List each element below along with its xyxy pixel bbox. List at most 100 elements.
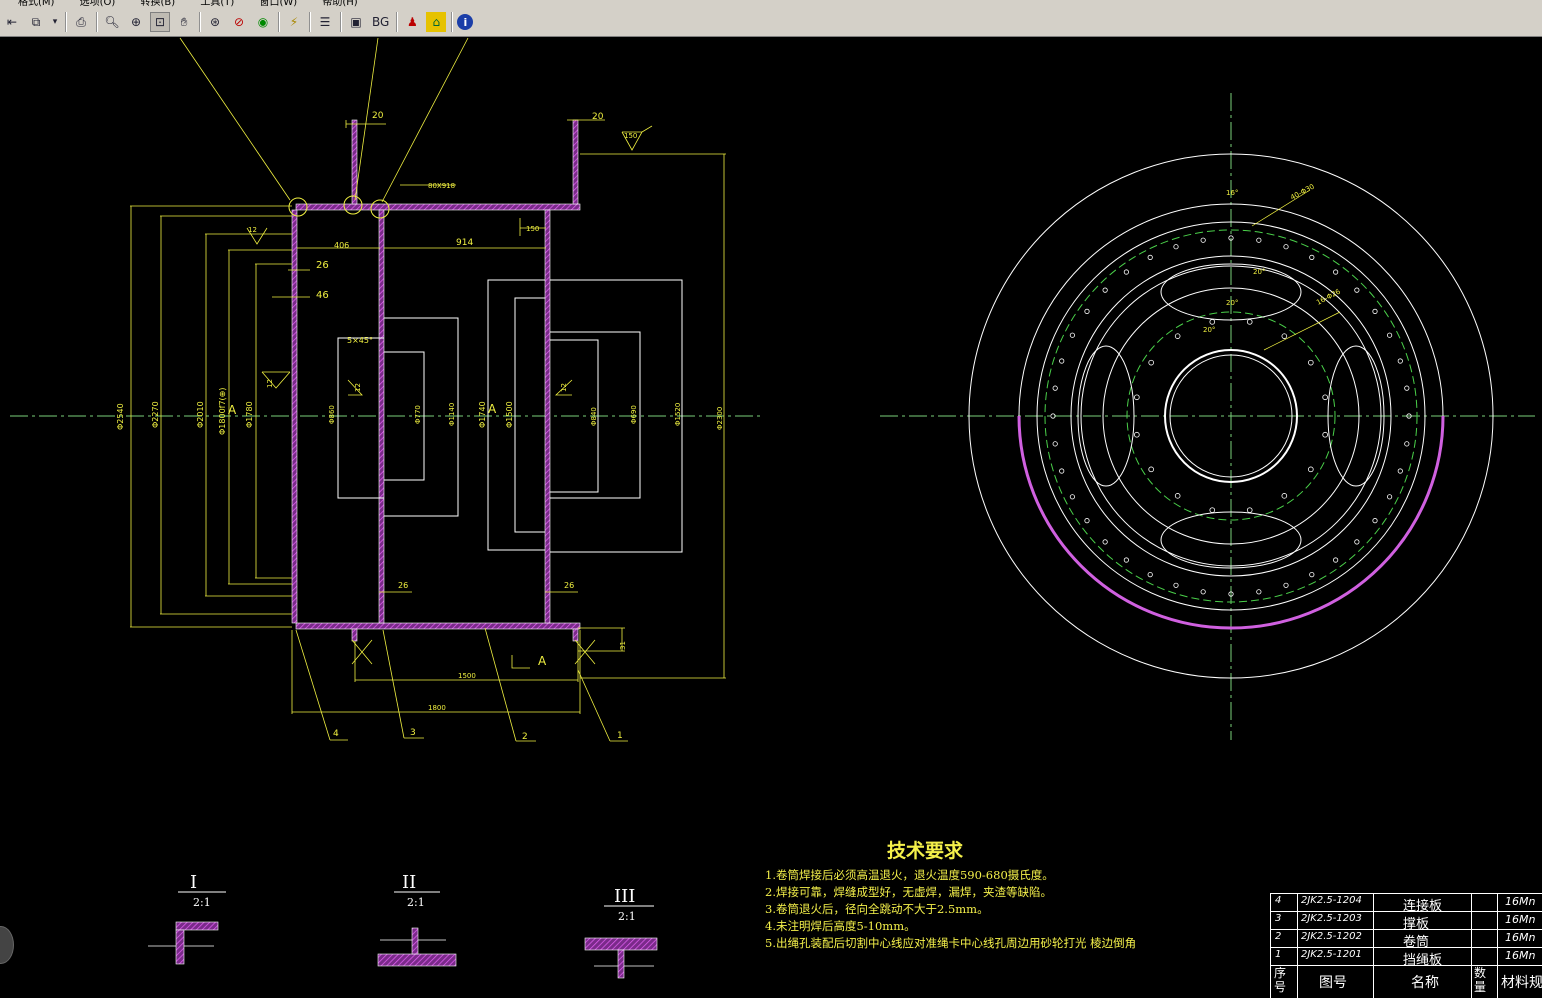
- bolt-hole: [1386, 494, 1393, 500]
- shell-bottom: [295, 622, 581, 630]
- dim-26-plate: 26: [398, 581, 408, 590]
- copy-icon[interactable]: ⧉: [26, 12, 46, 32]
- dim-406: 406: [334, 241, 349, 250]
- person-icon[interactable]: ♟: [402, 12, 422, 32]
- svg-text:II: II: [402, 872, 416, 893]
- svg-text:2:1: 2:1: [193, 896, 211, 909]
- dim-phi690: Φ690: [630, 405, 638, 424]
- zoom-out-icon[interactable]: 🔍︎: [102, 12, 122, 32]
- layers-icon[interactable]: ☰: [315, 12, 335, 32]
- bolt-hole: [1123, 269, 1129, 275]
- zoom-all-icon[interactable]: ⊛: [205, 12, 225, 32]
- bolt-hole: [1059, 468, 1065, 474]
- bolt-hole: [1256, 237, 1262, 243]
- dropdown-arrow-icon[interactable]: ▾: [50, 12, 60, 32]
- info-icon[interactable]: i: [457, 14, 474, 30]
- dim-26-plate-right: 26: [564, 581, 574, 590]
- dim-phi2300: Φ2300: [716, 407, 724, 430]
- bolt-hole: [1123, 557, 1129, 563]
- menu-help[interactable]: 帮助(H): [322, 0, 357, 8]
- bolt-hole: [1281, 493, 1288, 499]
- frame-icon[interactable]: ▣: [346, 12, 366, 32]
- background-toggle-button[interactable]: BG: [370, 12, 391, 32]
- bolt-hole: [1246, 319, 1253, 325]
- bolt-hole: [1209, 319, 1216, 325]
- bolt-hole: [1147, 571, 1153, 578]
- bolt-hole: [1333, 269, 1339, 275]
- bolt-hole: [1283, 582, 1289, 588]
- bolt-hole: [1147, 254, 1153, 261]
- bolt-hole: [1308, 359, 1314, 366]
- dim-20-right: 20: [592, 112, 604, 122]
- zoom-window-icon[interactable]: ⊡: [150, 12, 170, 32]
- hole-callout-40: 40-Φ30: [1289, 183, 1316, 202]
- bom-row: 2 2JK2.5-1202 卷筒 16Mn: [1271, 930, 1542, 950]
- menu-tools[interactable]: 工具(T): [200, 0, 234, 8]
- menu-options[interactable]: 选项(O): [80, 0, 116, 8]
- pan-icon[interactable]: ✋︎: [174, 12, 194, 32]
- detail-ii: II 2:1: [377, 872, 457, 967]
- dim-phi2270: Φ2270: [151, 401, 160, 428]
- note-line: 1.卷筒焊接后必须高温退火，退火温度590-680摄氏度。: [765, 868, 1054, 882]
- dim-phi2010: Φ2010: [196, 401, 205, 428]
- dim-914: 914: [456, 238, 473, 248]
- bolt-hole: [1209, 507, 1216, 513]
- bolt-hole: [1372, 518, 1378, 524]
- bolt-hole: [1386, 332, 1393, 338]
- svg-text:2:1: 2:1: [618, 910, 636, 923]
- bolt-hole: [1322, 431, 1328, 438]
- weld-size-12: 12: [354, 383, 362, 392]
- weld-size-150: 150: [624, 132, 637, 140]
- dim-phi1500: Φ1500: [505, 401, 514, 428]
- dim-phi2540: Φ2540: [116, 403, 125, 430]
- bolt-hole: [1281, 333, 1288, 339]
- zoom-in-icon[interactable]: ⊕: [126, 12, 146, 32]
- home-icon[interactable]: ⌂: [426, 12, 447, 32]
- bolt-hole: [1052, 385, 1058, 391]
- dim-phi1520: Φ1520: [674, 403, 682, 426]
- toolbar-separator: [199, 12, 200, 32]
- angle-20: 20°: [1253, 268, 1265, 276]
- dim-46: 46: [316, 290, 329, 301]
- bolt-hole: [1200, 589, 1206, 595]
- dim-phi1800f7: Φ1800f7(⊕): [218, 387, 227, 435]
- zoom-previous-icon[interactable]: ⊘: [229, 12, 249, 32]
- detail-i: I 2:1: [148, 872, 226, 965]
- toolbar-separator: [451, 12, 453, 32]
- print-icon[interactable]: ⎙: [71, 12, 91, 32]
- notes-title: 技术要求: [886, 840, 963, 862]
- bolt-hole: [1102, 539, 1108, 545]
- dim-26: 26: [316, 260, 329, 271]
- note-line: 2.焊接可靠，焊缝成型好，无虚焊，漏焊，夹渣等缺陷。: [765, 885, 1052, 899]
- bom-row: 4 2JK2.5-1204 连接板 16Mn: [1271, 894, 1542, 914]
- bolt-hole: [1372, 308, 1378, 314]
- bolt-hole: [1052, 441, 1058, 447]
- dim-phi1740: Φ1740: [478, 401, 487, 428]
- menu-window[interactable]: 窗口(W): [259, 0, 297, 8]
- bolt-hole: [1404, 441, 1410, 447]
- angle-16: 16°: [1226, 189, 1238, 197]
- bolt-hole: [1397, 358, 1403, 364]
- bolt-hole: [1069, 332, 1076, 338]
- bom-row: 3 2JK2.5-1203 撑板 16Mn: [1271, 912, 1542, 932]
- weld-size-12: 12: [560, 383, 568, 392]
- dim-150: 150: [526, 225, 539, 233]
- bolt-hole: [1200, 237, 1206, 243]
- technical-requirements: 技术要求 1.卷筒焊接后必须高温退火，退火温度590-680摄氏度。 2.焊接可…: [765, 836, 1185, 952]
- dim-phi1780: Φ1780: [245, 401, 254, 428]
- eye-icon[interactable]: ◉: [253, 12, 273, 32]
- bolt-hole: [1173, 244, 1179, 250]
- menu-format[interactable]: 格式(M): [18, 0, 54, 8]
- dim-31: 31: [619, 641, 627, 650]
- menu-convert[interactable]: 转换(B): [141, 0, 176, 8]
- toolbar-separator: [309, 12, 310, 32]
- note-line: 4.未注明焊后高度5-10mm。: [765, 919, 916, 933]
- dim-phi860: Φ860: [328, 405, 336, 424]
- measure-icon[interactable]: ⚡︎: [284, 12, 304, 32]
- toolbar-separator: [278, 12, 279, 32]
- bolt-hole: [1333, 557, 1339, 563]
- dim-20-left: 20: [372, 111, 384, 121]
- bolt-hole: [1059, 358, 1065, 364]
- browse-icon[interactable]: ⇤: [2, 12, 22, 32]
- bolt-hole: [1148, 359, 1154, 366]
